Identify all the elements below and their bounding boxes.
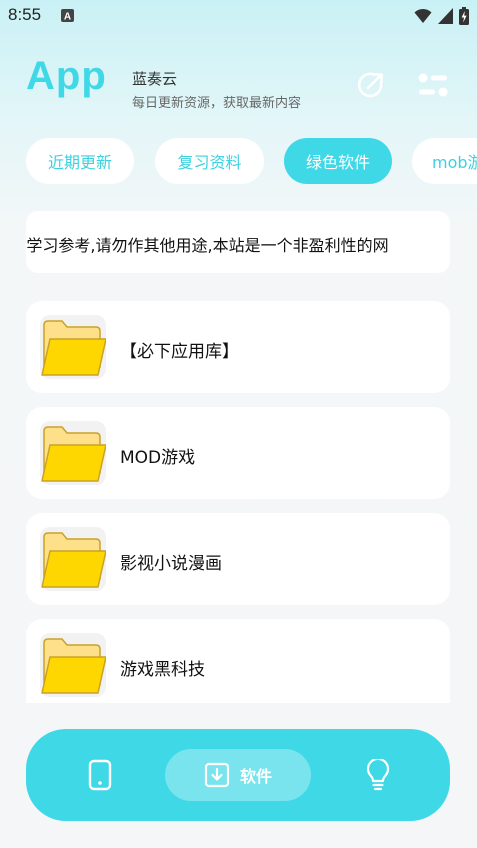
folder-icon-container — [40, 315, 107, 379]
folder-icon — [41, 532, 107, 588]
list-item-label: MOD游戏 — [120, 448, 196, 468]
settings-toggle-icon — [418, 73, 448, 97]
list-item-label: 影视小说漫画 — [120, 554, 222, 574]
tab-mob-games[interactable]: mob游 — [412, 138, 477, 184]
tab-review-materials[interactable]: 复习资料 — [155, 138, 264, 184]
status-time: 8:55 — [8, 5, 42, 24]
nav-software-button[interactable]: 软件 — [165, 749, 311, 801]
page-title: 蓝奏云 — [132, 70, 178, 88]
list-item-must-have-apps[interactable]: 【必下应用库】 — [26, 301, 450, 393]
folder-icon — [41, 426, 107, 482]
wifi-icon — [414, 8, 432, 23]
nav-active-label: 软件 — [239, 767, 272, 786]
folder-icon-container — [40, 527, 107, 591]
page-subtitle: 每日更新资源，获取最新内容 — [132, 96, 302, 111]
nav-tips-button[interactable] — [360, 757, 396, 793]
phone-icon — [88, 759, 112, 791]
share-button[interactable] — [353, 67, 389, 103]
folder-icon-container — [40, 633, 107, 697]
notice-marquee: !学习参考,请勿作其他用途,本站是一个非盈利性的网 — [26, 211, 450, 273]
cellular-signal-icon — [438, 8, 453, 24]
settings-button[interactable] — [415, 67, 451, 103]
svg-text:A: A — [64, 12, 71, 23]
list-item-video-novel-comics[interactable]: 影视小说漫画 — [26, 513, 450, 605]
nav-phone-button[interactable] — [82, 757, 118, 793]
list-item-game-hacks[interactable]: 游戏黑科技 — [26, 619, 450, 703]
notice-text: !学习参考,请勿作其他用途,本站是一个非盈利性的网 — [26, 236, 389, 255]
tab-green-software[interactable]: 绿色软件 — [284, 138, 392, 184]
list-item-label: 游戏黑科技 — [120, 660, 205, 680]
category-tabs: 近期更新 复习资料 绿色软件 mob游 — [26, 138, 477, 184]
list-item-label: 【必下应用库】 — [120, 342, 239, 362]
app-logo: App — [26, 54, 107, 98]
folder-icon-container — [40, 421, 107, 485]
download-icon — [204, 762, 230, 788]
list-item-mod-games[interactable]: MOD游戏 — [26, 407, 450, 499]
bottom-nav: 软件 — [26, 729, 450, 821]
tab-recent-updates[interactable]: 近期更新 — [26, 138, 134, 184]
battery-charging-icon — [459, 7, 469, 25]
lightbulb-icon — [366, 759, 390, 791]
folder-icon — [41, 638, 107, 694]
status-bar: 8:55 A — [0, 0, 477, 32]
a-app-icon: A — [61, 9, 74, 22]
share-icon — [357, 72, 383, 98]
folder-icon — [41, 320, 107, 376]
